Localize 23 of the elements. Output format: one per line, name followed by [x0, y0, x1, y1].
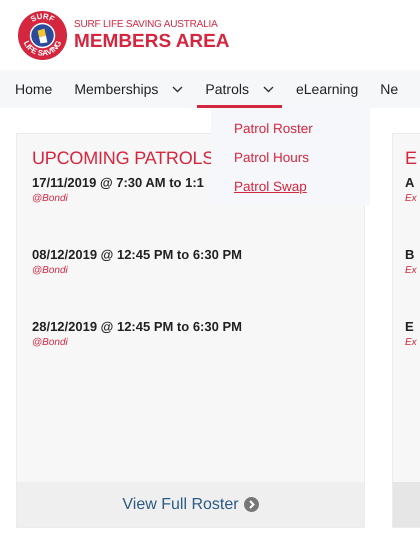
patrol-location: @Bondi: [32, 337, 68, 348]
patrol-time: 28/12/2019 @ 12:45 PM to 6:30 PM: [32, 319, 242, 334]
patrol-time: 17/11/2019 @ 7:30 AM to 1:1: [32, 175, 204, 190]
view-roster-link[interactable]: View Full Roster: [122, 496, 239, 514]
patrol-time: E: [405, 319, 414, 334]
nav-link[interactable]: eLearning: [296, 70, 366, 108]
site-title: MEMBERS AREA: [74, 30, 230, 52]
menu-item[interactable]: Patrol Swap: [211, 172, 370, 201]
menu-item[interactable]: Patrol Roster: [211, 114, 370, 143]
nav-link[interactable]: Ne: [380, 70, 406, 108]
patrol-time: A: [405, 175, 414, 190]
patrol-location: Ex: [405, 337, 417, 348]
nav-link[interactable]: Memberships: [74, 70, 192, 108]
patrol-time: B: [405, 247, 414, 262]
nav-link[interactable]: Home: [15, 70, 60, 108]
card-heading: E: [405, 148, 417, 169]
patrol-location: @Bondi: [32, 193, 68, 204]
patrol-time: 08/12/2019 @ 12:45 PM to 6:30 PM: [32, 247, 242, 262]
organisation-name: SURF LIFE SAVING AUSTRALIA: [74, 18, 219, 30]
patrol-location: @Bondi: [32, 265, 68, 276]
arrow-circle-icon: [244, 497, 259, 512]
patrol-location: Ex: [405, 193, 417, 204]
patrol-location: Ex: [405, 265, 417, 276]
